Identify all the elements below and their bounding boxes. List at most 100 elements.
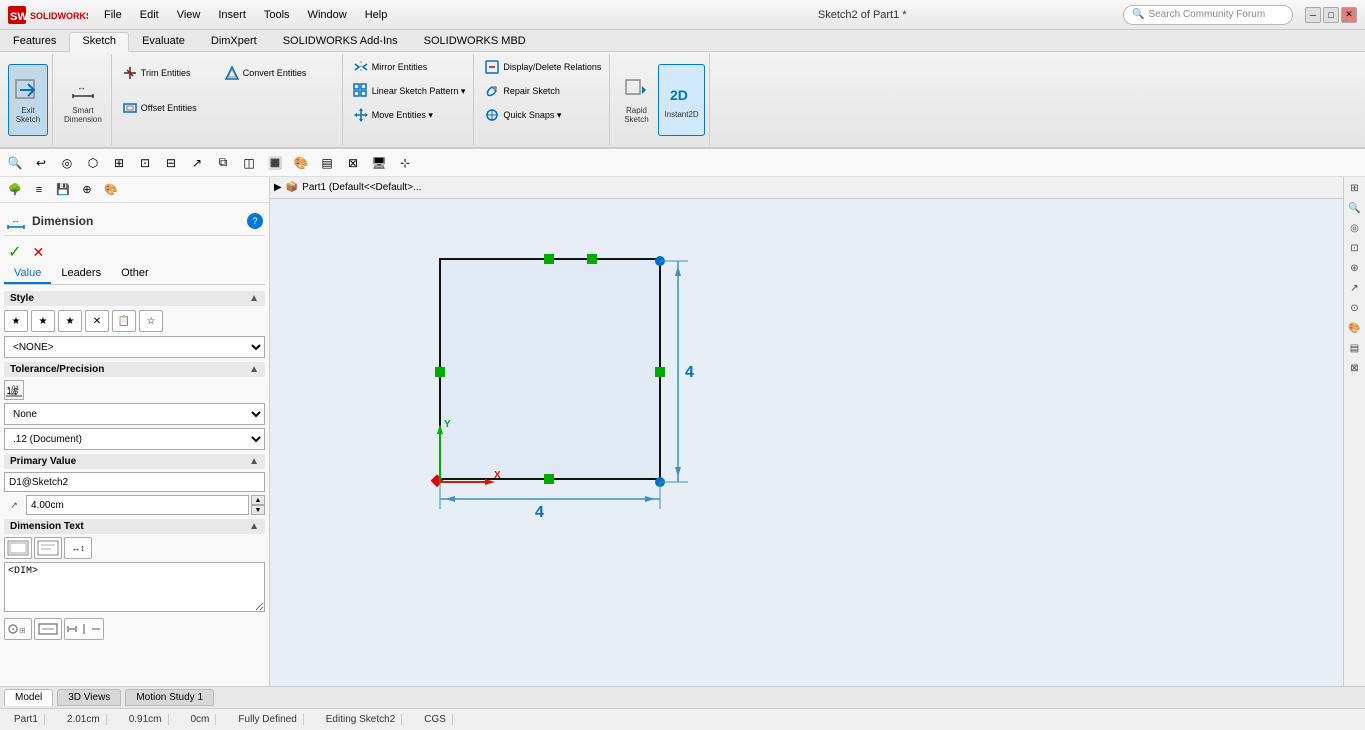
mirror-entities-button[interactable]: Mirror Entities bbox=[349, 56, 432, 78]
display-delete-relations-label: Display/Delete Relations bbox=[503, 62, 601, 72]
view-toolbar-btn-1[interactable]: 🔍 bbox=[4, 152, 26, 174]
view-toolbar-btn-14[interactable]: ⊠ bbox=[342, 152, 364, 174]
style-btn-delete[interactable]: ✕ bbox=[85, 310, 109, 332]
style-btn-2[interactable]: ★ bbox=[31, 310, 55, 332]
canvas[interactable]: 4 4 Y X bbox=[270, 199, 1343, 686]
menu-view[interactable]: View bbox=[169, 7, 209, 23]
view-toolbar-btn-3[interactable]: ◎ bbox=[56, 152, 78, 174]
rsb-btn-3[interactable]: ◎ bbox=[1346, 219, 1364, 237]
style-section-header[interactable]: Style ▲ bbox=[4, 291, 265, 306]
tab-other[interactable]: Other bbox=[111, 264, 159, 284]
maximize-button[interactable]: □ bbox=[1323, 7, 1339, 23]
rsb-btn-7[interactable]: ⊙ bbox=[1346, 299, 1364, 317]
tab-dimxpert[interactable]: DimXpert bbox=[198, 32, 270, 51]
rsb-btn-5[interactable]: ⊛ bbox=[1346, 259, 1364, 277]
view-toolbar-btn-16[interactable]: ⊹ bbox=[394, 152, 416, 174]
help-button[interactable]: ? bbox=[247, 213, 263, 229]
view-toolbar-btn-15[interactable]: 🖥 bbox=[368, 152, 390, 174]
accept-button[interactable]: ✓ bbox=[8, 244, 21, 261]
display-delete-relations-button[interactable]: Display/Delete Relations bbox=[480, 56, 605, 78]
menu-window[interactable]: Window bbox=[300, 7, 355, 23]
dimension-name-input[interactable] bbox=[4, 472, 265, 492]
style-btn-1[interactable]: ★ bbox=[4, 310, 28, 332]
view-toolbar-btn-10[interactable]: ◫ bbox=[238, 152, 260, 174]
convert-entities-button[interactable]: Convert Entities bbox=[220, 62, 330, 84]
offset-entities-button[interactable]: Offset Entities bbox=[118, 97, 218, 119]
dim-icon-btn-1[interactable] bbox=[4, 537, 32, 559]
dim-icon-btn-4[interactable]: ⊞ bbox=[4, 618, 32, 640]
view-toolbar-btn-12[interactable]: 🎨 bbox=[290, 152, 312, 174]
panel-btn-add[interactable]: ⊕ bbox=[76, 179, 98, 201]
tolerance-icon-1[interactable]: 1.5+.01-.01 bbox=[4, 380, 24, 400]
rsb-btn-1[interactable]: ⊞ bbox=[1346, 179, 1364, 197]
panel-btn-tree[interactable]: 🌳 bbox=[4, 179, 26, 201]
view-toolbar-btn-7[interactable]: ⊟ bbox=[160, 152, 182, 174]
spin-down-button[interactable]: ▼ bbox=[251, 505, 265, 515]
smart-dimension-button[interactable]: ↔ Smart Dimension bbox=[59, 64, 107, 136]
search-box[interactable]: 🔍 Search Community Forum bbox=[1123, 5, 1293, 25]
tab-leaders[interactable]: Leaders bbox=[51, 264, 111, 284]
tab-evaluate[interactable]: Evaluate bbox=[129, 32, 198, 51]
move-entities-button[interactable]: Move Entities ▾ bbox=[349, 104, 437, 126]
rapid-sketch-button[interactable]: Rapid Sketch bbox=[616, 64, 656, 136]
menu-help[interactable]: Help bbox=[357, 7, 396, 23]
reject-button[interactable]: ✕ bbox=[32, 244, 44, 260]
close-button[interactable]: ✕ bbox=[1341, 7, 1357, 23]
view-tab-motion[interactable]: Motion Study 1 bbox=[125, 689, 214, 706]
style-btn-empty[interactable]: ☆ bbox=[139, 310, 163, 332]
repair-sketch-button[interactable]: Repair Sketch bbox=[480, 80, 564, 102]
rsb-btn-9[interactable]: ▤ bbox=[1346, 339, 1364, 357]
panel-btn-save[interactable]: 💾 bbox=[52, 179, 74, 201]
quick-snaps-button[interactable]: Quick Snaps ▾ bbox=[480, 104, 565, 126]
statusbar: Part1 2.01cm 0.91cm 0cm Fully Defined Ed… bbox=[0, 708, 1365, 730]
panel-btn-color[interactable]: 🎨 bbox=[100, 179, 122, 201]
primary-value-section-header[interactable]: Primary Value ▲ bbox=[4, 454, 265, 469]
view-toolbar-btn-6[interactable]: ⊡ bbox=[134, 152, 156, 174]
style-dropdown[interactable]: <NONE> bbox=[4, 336, 265, 358]
tab-features[interactable]: Features bbox=[0, 32, 69, 51]
dim-text-section-header[interactable]: Dimension Text ▲ bbox=[4, 519, 265, 534]
view-tab-3d[interactable]: 3D Views bbox=[57, 689, 121, 706]
rsb-btn-8[interactable]: 🎨 bbox=[1346, 319, 1364, 337]
dim-text-area[interactable]: <DIM> bbox=[4, 562, 265, 612]
view-tab-model[interactable]: Model bbox=[4, 689, 53, 706]
rsb-btn-2[interactable]: 🔍 bbox=[1346, 199, 1364, 217]
view-toolbar-btn-2[interactable]: ↩ bbox=[30, 152, 52, 174]
spin-up-button[interactable]: ▲ bbox=[251, 495, 265, 505]
tab-value[interactable]: Value bbox=[4, 264, 51, 284]
tolerance-section-header[interactable]: Tolerance/Precision ▲ bbox=[4, 362, 265, 377]
value-input[interactable] bbox=[26, 495, 249, 515]
dim-icon-btn-6[interactable] bbox=[64, 618, 104, 640]
menu-tools[interactable]: Tools bbox=[256, 7, 298, 23]
style-btn-copy[interactable]: 📋 bbox=[112, 310, 136, 332]
rsb-btn-4[interactable]: ⊡ bbox=[1346, 239, 1364, 257]
dim-icon-btn-3[interactable]: ↔↕ bbox=[64, 537, 92, 559]
view-toolbar-btn-8[interactable]: ↗ bbox=[186, 152, 208, 174]
tolerance-type-dropdown[interactable]: None bbox=[4, 403, 265, 425]
rsb-btn-6[interactable]: ↗ bbox=[1346, 279, 1364, 297]
instant2d-button[interactable]: 2D Instant2D bbox=[658, 64, 704, 136]
panel-btn-list[interactable]: ≡ bbox=[28, 179, 50, 201]
view-toolbar-btn-13[interactable]: ▤ bbox=[316, 152, 338, 174]
trim-entities-button[interactable]: Trim Entities bbox=[118, 62, 218, 84]
style-btn-3[interactable]: ★ bbox=[58, 310, 82, 332]
view-toolbar-btn-9[interactable]: ⧉ bbox=[212, 152, 234, 174]
menu-file[interactable]: File bbox=[96, 7, 130, 23]
tab-sketch[interactable]: Sketch bbox=[69, 32, 129, 52]
exit-sketch-button[interactable]: Exit Sketch bbox=[8, 64, 48, 136]
view-toolbar-btn-4[interactable]: ⬡ bbox=[82, 152, 104, 174]
view-toolbar-btn-11[interactable]: 🔳 bbox=[264, 152, 286, 174]
center-area: ▶ 📦 Part1 (Default<<Default>... bbox=[270, 177, 1343, 686]
rsb-btn-10[interactable]: ⊠ bbox=[1346, 359, 1364, 377]
tab-addins[interactable]: SOLIDWORKS Add-Ins bbox=[270, 32, 411, 51]
tree-header-arrow[interactable]: ▶ bbox=[274, 182, 282, 193]
menu-edit[interactable]: Edit bbox=[132, 7, 167, 23]
linear-sketch-pattern-button[interactable]: Linear Sketch Pattern ▾ bbox=[349, 80, 470, 102]
minimize-button[interactable]: ─ bbox=[1305, 7, 1321, 23]
dim-icon-btn-2[interactable] bbox=[34, 537, 62, 559]
precision-dropdown[interactable]: .12 (Document) bbox=[4, 428, 265, 450]
tab-mbd[interactable]: SOLIDWORKS MBD bbox=[411, 32, 539, 51]
view-toolbar-btn-5[interactable]: ⊞ bbox=[108, 152, 130, 174]
menu-insert[interactable]: Insert bbox=[210, 7, 254, 23]
dim-icon-btn-5[interactable] bbox=[34, 618, 62, 640]
